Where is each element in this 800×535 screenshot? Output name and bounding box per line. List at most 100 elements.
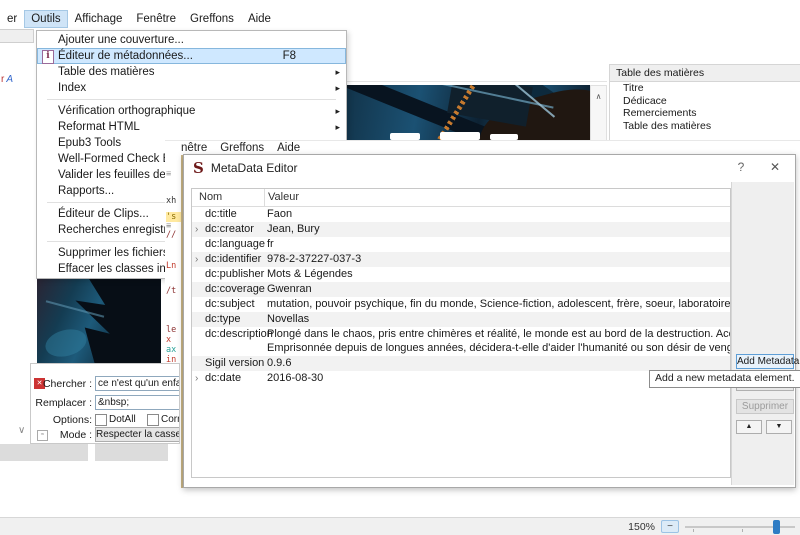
dotall-checkbox[interactable] [95,414,107,426]
dialog-help-button[interactable]: ? [733,160,749,174]
submenu-arrow-icon: ▸ [335,122,340,133]
toc-item[interactable]: Table des matières [610,120,800,133]
menubar-item-er[interactable]: er [0,10,24,28]
metadata-rows: dc:titleFaon›dc:creatorJean, Burydc:lang… [192,207,730,386]
menu-item-label: Ajouter une couverture... [58,34,184,46]
metadata-name-cell: dc:coverage [192,282,264,297]
metadata-value-cell: Plongé dans le chaos, pris entre chimère… [264,327,730,356]
toc-item[interactable]: Titre [610,82,800,95]
pane-divider [345,81,607,82]
parent-menubar-fragment: nêtre Greffons Aide [181,142,300,154]
toc-panel-title: Table des matières [610,65,800,82]
menu-item[interactable]: Index▸ [37,80,346,96]
search-input[interactable]: ce n'est qu'un enfan [95,376,180,391]
metadata-name-cell: Sigil version [192,356,264,371]
cover-title-letters [440,132,480,140]
expand-arrow-icon[interactable]: › [195,252,198,267]
menubar-fragment-item: Greffons [220,142,264,154]
toc-list: TitreDédicaceRemerciementsTable des mati… [610,82,800,132]
correspondance-label: Corre [161,414,180,425]
table-row[interactable]: dc:typeNovellas [192,312,730,327]
menubar-fragment-item: nêtre [181,142,207,154]
move-up-button[interactable]: ▲ [736,420,762,434]
zoom-tick [742,529,743,532]
metadata-table[interactable]: Nom Valeur dc:titleFaon›dc:creatorJean, … [191,188,731,478]
bottom-bar-fragment [0,444,88,461]
metadata-name-cell: ›dc:date [192,371,264,386]
menu-item-label: Index [58,82,86,94]
metadata-value-cell: Jean, Bury [264,222,730,237]
menu-item[interactable]: Reformat HTML▸ [37,119,346,135]
column-header-nom[interactable]: Nom [192,189,264,206]
mode-dropdown[interactable]: Respecter la casse [95,427,180,442]
menubar-item-greffons[interactable]: Greffons [183,10,241,28]
tooltip: Add a new metadata element. [649,370,800,388]
metadata-name-cell: dc:title [192,207,264,222]
correspondance-checkbox[interactable] [147,414,159,426]
menu-item[interactable]: Ajouter une couverture... [37,32,346,48]
menubar-item-outils[interactable]: Outils [24,10,67,28]
table-row[interactable]: dc:subjectmutation, pouvoir psychique, f… [192,297,730,312]
dialog-close-button[interactable]: ✕ [767,160,783,174]
table-row[interactable]: ›dc:identifier978-2-37227-037-3 [192,252,730,267]
menu-item[interactable]: iÉditeur de métadonnées...F8 [37,48,346,64]
menu-item[interactable]: Table des matières▸ [37,64,346,80]
metadata-value-cell: Faon [264,207,730,222]
collapse-chevron-icon[interactable]: ∨ [18,425,25,436]
submenu-arrow-icon: ▸ [335,67,340,78]
preview-scrollbar[interactable]: ∧ [590,85,607,142]
menubar-item-affichage[interactable]: Affichage [68,10,130,28]
code-text-fragment: xh [166,196,181,206]
book-cover-thumbnail [37,278,161,368]
delete-button[interactable]: Supprimer [736,399,794,414]
code-text-fragment: Ln [166,261,181,271]
menubar-fragment-item: Aide [277,142,300,154]
mode-icon: ≈ [37,430,48,441]
column-header-valeur[interactable]: Valeur [264,189,730,206]
metadata-editor-dialog: S MetaData Editor ? ✕ Nom Valeur dc:titl… [183,154,796,488]
metadata-name-cell: ›dc:identifier [192,252,264,267]
scroll-up-icon[interactable]: ∧ [596,92,602,101]
expand-arrow-icon[interactable]: › [195,371,198,386]
table-row[interactable]: dc:coverageGwenran [192,282,730,297]
dialog-titlebar[interactable]: S MetaData Editor [184,155,795,181]
dialog-title: MetaData Editor [211,161,298,175]
toc-item[interactable]: Dédicace [610,95,800,108]
table-row[interactable]: dc:descriptionPlongé dans le chaos, pris… [192,327,730,356]
sigil-logo-icon: S [193,159,204,177]
font-color-icon[interactable]: A [6,74,15,85]
metadata-value-cell: fr [264,237,730,252]
metadata-value-cell: 978-2-37227-037-3 [264,252,730,267]
mode-label: Mode : [60,429,92,441]
menubar-item-fenêtre[interactable]: Fenêtre [129,10,183,28]
add-metadata-button[interactable]: Add Metadata [736,354,794,369]
zoom-slider-handle[interactable] [773,520,780,534]
submenu-arrow-icon: ▸ [335,106,340,117]
status-bar: 150% − [0,517,800,535]
table-row[interactable]: dc:titleFaon [192,207,730,222]
code-text-fragment: /t [166,286,181,296]
up-arrow-icon: ▲ [746,423,753,430]
move-down-button[interactable]: ▼ [766,420,792,434]
zoom-slider[interactable] [685,519,795,535]
expand-arrow-icon[interactable]: › [195,222,198,237]
metadata-name-cell: dc:language [192,237,264,252]
code-text-fragment: ax [166,345,181,355]
search-label: Chercher : [43,378,92,390]
metadata-value-cell: Novellas [264,312,730,327]
table-row[interactable]: Sigil version0.9.6 [192,356,730,371]
table-row[interactable]: dc:publisherMots & Légendes [192,267,730,282]
find-replace-panel: ✕ Chercher : ce n'est qu'un enfan Rempla… [30,363,180,444]
zoom-out-button[interactable]: − [661,520,679,533]
metadata-book-icon: i [42,50,54,64]
menu-item[interactable]: Vérification orthographique▸ [37,103,346,119]
table-row[interactable]: dc:languagefr [192,237,730,252]
metadata-table-header[interactable]: Nom Valeur [192,189,730,207]
menu-separator [47,99,336,100]
code-text-fragment: x [166,335,181,345]
menubar-item-aide[interactable]: Aide [241,10,278,28]
toc-item[interactable]: Remerciements [610,107,800,120]
table-row[interactable]: ›dc:creatorJean, Bury [192,222,730,237]
replace-input[interactable]: &nbsp; [95,395,180,410]
zoom-tick [693,529,694,532]
